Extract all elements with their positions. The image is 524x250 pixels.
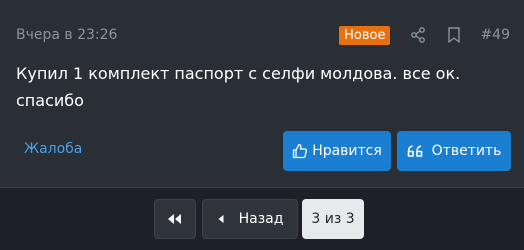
first-page-button[interactable] — [154, 199, 196, 239]
reply-button[interactable]: Ответить — [397, 131, 511, 171]
caret-left-icon — [218, 215, 224, 223]
current-page-indicator[interactable]: 3 из 3 — [302, 199, 364, 239]
post-header: Вчера в 23:26 Новое #49 — [16, 24, 512, 46]
bookmark-icon[interactable] — [444, 25, 464, 45]
post-card: Вчера в 23:26 Новое #49 Купил 1 комплект… — [0, 0, 524, 188]
post-body: Купил 1 комплект паспорт с селфи молдова… — [16, 64, 461, 110]
prev-page-label: Назад — [238, 211, 284, 227]
report-link[interactable]: Жалоба — [24, 141, 82, 157]
new-badge: Новое — [339, 25, 391, 45]
quote-icon — [407, 145, 422, 157]
post-number[interactable]: #49 — [480, 27, 510, 43]
prev-page-button[interactable]: Назад — [202, 199, 298, 239]
double-chevron-left-icon — [168, 214, 181, 224]
like-button[interactable]: Нравится — [283, 131, 391, 171]
like-button-label: Нравится — [312, 143, 382, 159]
post-date[interactable]: Вчера в 23:26 — [16, 27, 339, 43]
thumbs-up-icon — [293, 143, 308, 159]
share-icon[interactable] — [408, 25, 428, 45]
reply-button-label: Ответить — [431, 143, 502, 159]
